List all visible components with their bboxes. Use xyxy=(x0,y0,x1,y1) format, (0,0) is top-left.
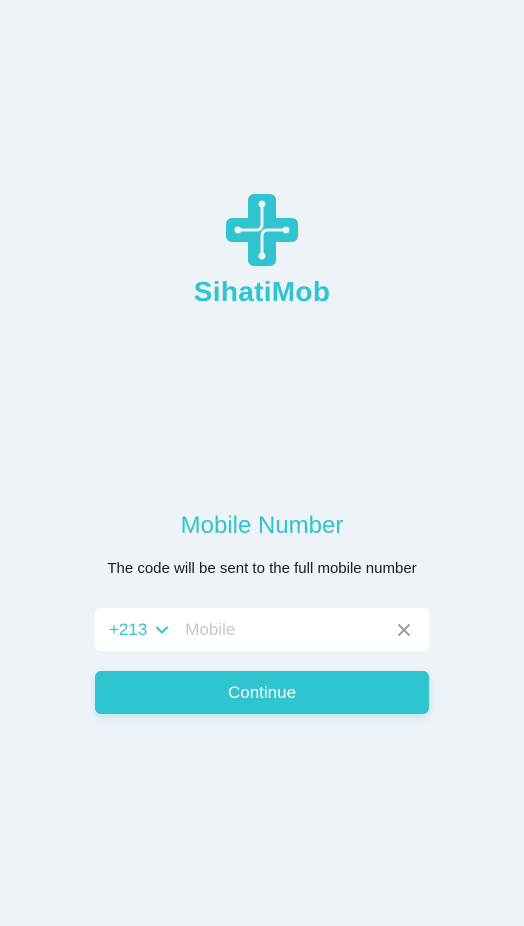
page-subtitle: The code will be sent to the full mobile… xyxy=(107,560,417,577)
chevron-down-icon xyxy=(155,623,169,637)
phone-field: +213 xyxy=(95,608,429,651)
brand-name: SihatiMob xyxy=(193,276,331,307)
close-icon[interactable] xyxy=(393,619,415,641)
continue-button[interactable]: Continue xyxy=(95,671,429,714)
page-title: Mobile Number xyxy=(180,512,344,539)
country-code-label: +213 xyxy=(109,619,148,639)
login-screen: SihatiMob Mobile Number The code will be… xyxy=(0,0,524,926)
mobile-input[interactable] xyxy=(183,618,393,641)
brand-logo: SihatiMob xyxy=(0,190,524,308)
country-code-select[interactable]: +213 xyxy=(109,608,169,651)
medical-cross-icon xyxy=(226,194,298,266)
